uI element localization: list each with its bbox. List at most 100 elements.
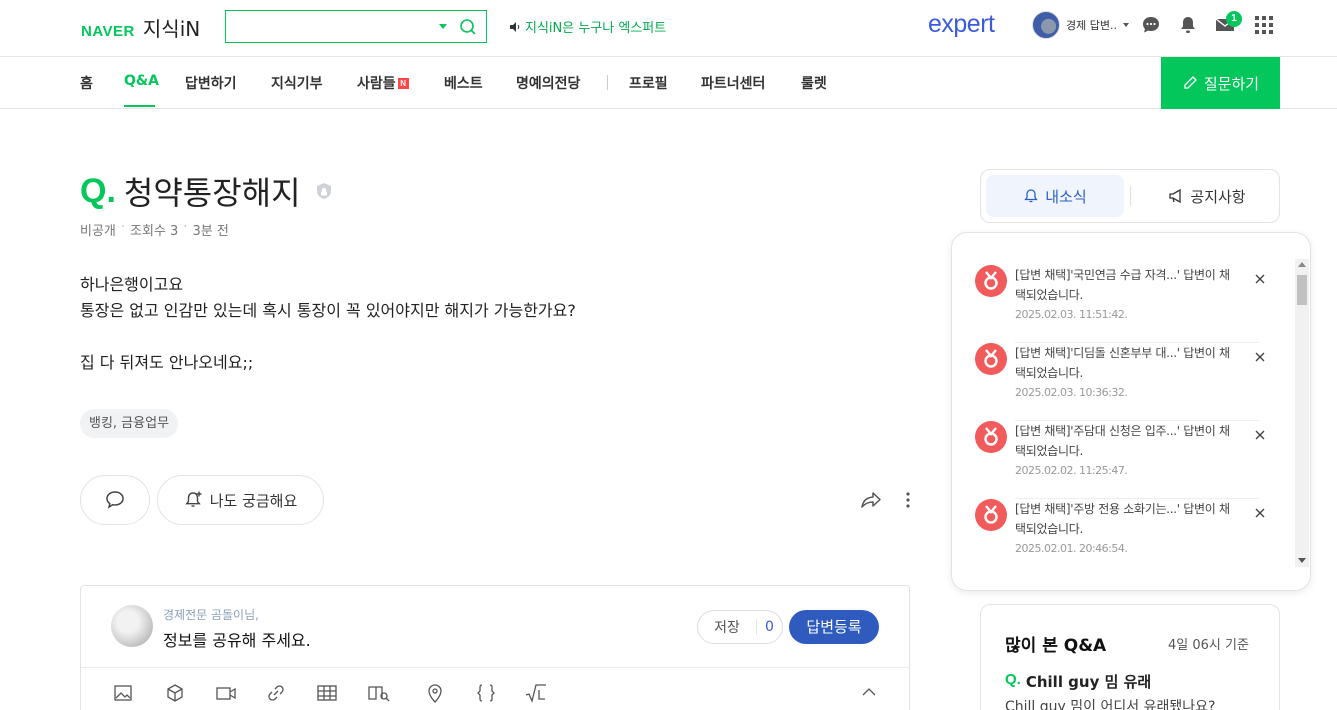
category-tag[interactable]: 뱅킹, 금융업무 [80,409,179,438]
kin-logo[interactable]: 지식iN [143,13,200,42]
close-icon[interactable] [1254,429,1266,441]
chat-icon[interactable] [1141,15,1161,35]
video-icon[interactable] [215,682,237,704]
close-icon[interactable] [1254,507,1266,519]
tab-my-news-label: 내소식 [1045,187,1087,206]
save-count: 0 [756,619,782,635]
search-box [225,10,487,43]
nav-best[interactable]: 베스트 [444,73,483,93]
submit-answer-button[interactable]: 답변등록 [789,610,879,644]
nav-partner-center[interactable]: 파트너센터 [701,73,765,93]
meta-separator: · [120,220,126,235]
close-icon[interactable] [1254,273,1266,285]
chevron-up-icon[interactable] [861,684,877,700]
avatar [111,605,153,647]
popular-question-link[interactable]: Q. Chill guy 밈 유래 [1005,671,1151,692]
table-icon[interactable] [316,682,338,704]
answer-selected-icon [975,421,1007,453]
q-mark: Q. [1005,671,1021,688]
nav-hall-of-fame[interactable]: 명예의전당 [516,73,580,93]
comment-button[interactable] [80,475,150,525]
code-icon[interactable] [475,682,497,704]
nav-roulette[interactable]: 룰렛 [801,73,827,93]
save-label: 저장 [714,620,740,636]
notification-item[interactable]: [답변 채택]'국민연금 수급 자격...' 답변이 채택되었습니다. 2025… [975,265,1265,343]
image-icon[interactable] [112,682,134,704]
answer-editor: 경제전문 곰돌이님, 정보를 공유해 주세요. 저장 0 답변등록 [80,585,910,710]
visibility-label: 비공개 [80,224,116,239]
notification-message: [답변 채택]'주담대 신청은 입주...' 답변이 채택되었습니다. [1015,424,1230,458]
link-icon[interactable] [265,682,287,704]
notification-item[interactable]: [답변 채택]'주방 전용 소화기는...' 답변이 채택되었습니다. 2025… [975,499,1265,577]
tab-announcements-label: 공지사항 [1190,187,1246,206]
notification-popup: [답변 채택]'국민연금 수급 자격...' 답변이 채택되었습니다. 2025… [951,232,1311,591]
editor-divider [81,667,909,668]
expert-promo-link[interactable]: 지식iN은 누구나 엑스퍼트 [509,17,666,36]
question-title: Q. 청약통장해지 [80,168,333,214]
active-tab-indicator [124,105,155,107]
popular-question-title: Chill guy 밈 유래 [1025,673,1152,691]
map-pin-icon[interactable] [424,682,446,704]
nav-profile[interactable]: 프로필 [629,73,668,93]
tab-announcements[interactable]: 공지사항 [1138,175,1276,217]
notification-item[interactable]: [답변 채택]'주담대 신청은 입주...' 답변이 채택되었습니다. 2025… [975,421,1265,499]
question-body: 하나은행이고요 통장은 없고 인감만 있는데 혹시 통장이 꼭 있어야지만 해지… [80,272,576,376]
body-line: 집 다 뒤져도 안나오네요;; [80,353,254,372]
notification-message: [답변 채택]'디딤돌 신혼부부 대...' 답변이 채택되었습니다. [1015,346,1230,380]
nav-answer[interactable]: 답변하기 [185,73,237,93]
speaker-icon [510,21,520,32]
main-nav: 홈 Q&A 답변하기 지식기부 사람들 N 베스트 명예의전당 프로필 파트너센터… [0,57,1337,109]
search-dropdown-icon[interactable] [439,24,447,29]
nav-donate[interactable]: 지식기부 [271,73,323,93]
avatar [1032,11,1060,39]
nav-home[interactable]: 홈 [80,73,93,93]
apps-grid-icon[interactable] [1254,15,1274,35]
scroll-up-icon[interactable] [1298,262,1306,267]
bell-icon[interactable] [1178,15,1198,35]
scroll-down-icon[interactable] [1298,558,1306,563]
share-icon[interactable] [860,489,882,511]
search-icon[interactable] [458,17,478,37]
search-input[interactable] [226,11,426,42]
user-name: 경제 답변.. [1066,19,1117,32]
more-icon[interactable] [897,489,919,511]
tab-my-news[interactable]: 내소식 [986,175,1124,217]
close-icon[interactable] [1254,351,1266,363]
nav-people[interactable]: 사람들 N [357,73,409,93]
naver-logo[interactable]: NAVER [81,23,135,40]
panel-tabs: 내소식 공지사항 [980,169,1280,223]
answer-prompt: 정보를 공유해 주세요. [163,631,311,650]
question-meta: 비공개 · 조회수 3 · 3분 전 [80,220,229,239]
nav-qna[interactable]: Q&A [124,73,159,89]
save-draft-button[interactable]: 저장 0 [697,610,783,644]
meta-separator: · [183,220,188,235]
bell-plus-icon [184,491,202,507]
view-count: 조회수 3 [130,224,179,239]
scrollbar-thumb[interactable] [1297,275,1307,305]
curious-too-label: 나도 궁금해요 [209,491,298,510]
body-line: 통장은 없고 인감만 있는데 혹시 통장이 꼭 있어야지만 해지가 가능한가요? [80,301,576,320]
ask-question-button[interactable]: 질문하기 [1161,57,1280,109]
formula-icon[interactable] [525,682,547,704]
cube-icon[interactable] [164,682,186,704]
bell-icon [1024,189,1038,203]
book-search-icon[interactable] [368,682,390,704]
my-menu[interactable]: 경제 답변.. [1032,11,1129,39]
notification-message: [답변 채택]'국민연금 수급 자격...' 답변이 채택되었습니다. [1015,268,1230,302]
lock-icon [316,183,331,199]
posted-time: 3분 전 [192,224,229,239]
answer-selected-icon [975,343,1007,375]
logo[interactable]: NAVER 지식iN [81,13,200,42]
notification-message: [답변 채택]'주방 전용 소화기는...' 답변이 채택되었습니다. [1015,502,1230,536]
answerer-rank: 경제전문 곰돌이님, [163,608,259,622]
notification-date: 2025.02.03. 11:51:42. [1015,308,1128,321]
q-mark: Q. [80,171,116,210]
notification-date: 2025.02.03. 10:36:32. [1015,386,1128,399]
tab-divider [1130,186,1131,206]
nav-people-label: 사람들 [357,76,396,92]
curious-too-button[interactable]: 나도 궁금해요 [157,475,324,525]
notification-item[interactable]: [답변 채택]'디딤돌 신혼부부 대...' 답변이 채택되었습니다. 2025… [975,343,1265,421]
expert-logo[interactable]: expert [928,10,995,39]
new-badge: N [397,78,409,89]
scrollbar[interactable] [1295,259,1309,567]
